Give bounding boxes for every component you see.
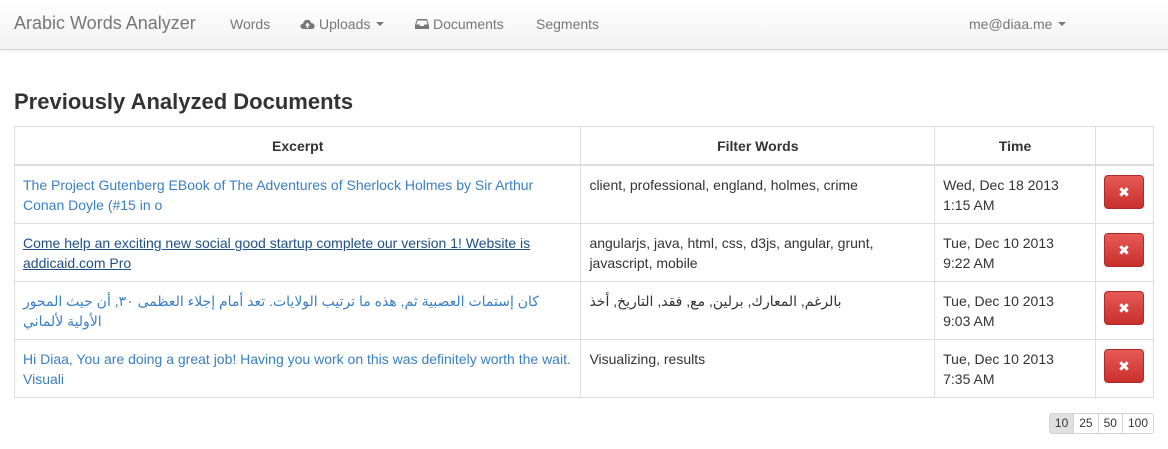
time-date: Wed, Dec 18 2013 bbox=[943, 177, 1059, 193]
excerpt-cell: كان إستمات العصبية ثم, هذه ما ترتيب الول… bbox=[13, 281, 582, 340]
excerpt-cell: The Project Gutenberg EBook of The Adven… bbox=[13, 164, 582, 224]
delete-button[interactable]: ✖ bbox=[1103, 349, 1144, 383]
filter-words-cell: client, professional, england, holmes, c… bbox=[580, 164, 936, 224]
time-cell: Wed, Dec 18 2013 1:15 AM bbox=[934, 164, 1096, 224]
page-size-100[interactable]: 100 bbox=[1122, 413, 1154, 434]
chevron-down-icon bbox=[376, 22, 385, 26]
time-date: Tue, Dec 10 2013 bbox=[943, 293, 1054, 309]
nav-documents[interactable]: Documents bbox=[415, 16, 504, 33]
table-row: كان إستمات العصبية ثم, هذه ما ترتيب الول… bbox=[13, 281, 1155, 340]
time-cell: Tue, Dec 10 2013 9:03 AM bbox=[934, 281, 1096, 340]
action-cell: ✖ bbox=[1094, 339, 1155, 398]
page-size-25[interactable]: 25 bbox=[1074, 413, 1099, 434]
close-icon: ✖ bbox=[1118, 358, 1130, 374]
header-time: Time bbox=[934, 126, 1096, 166]
nav-uploads-label: Uploads bbox=[319, 16, 371, 32]
header-filter-words: Filter Words bbox=[580, 126, 936, 166]
time-clock: 9:22 AM bbox=[943, 255, 995, 271]
cloud-upload-icon bbox=[300, 17, 315, 33]
header-excerpt: Excerpt bbox=[13, 126, 582, 166]
excerpt-link[interactable]: Come help an exciting new social good st… bbox=[23, 235, 530, 271]
filter-words-cell: Visualizing, results bbox=[580, 339, 936, 398]
delete-button[interactable]: ✖ bbox=[1103, 175, 1144, 209]
documents-table: Excerpt Filter Words Time The Project Gu… bbox=[13, 126, 1155, 398]
inbox-icon bbox=[415, 17, 429, 33]
filter-words-cell: angularjs, java, html, css, d3js, angula… bbox=[580, 223, 936, 282]
close-icon: ✖ bbox=[1118, 300, 1130, 316]
time-clock: 7:35 AM bbox=[943, 371, 995, 387]
page-title: Previously Analyzed Documents bbox=[14, 89, 354, 114]
delete-button[interactable]: ✖ bbox=[1103, 291, 1144, 325]
time-cell: Tue, Dec 10 2013 7:35 AM bbox=[934, 339, 1096, 398]
page-size-10[interactable]: 10 bbox=[1048, 413, 1075, 434]
filter-words-cell: بالرغم, المعارك, برلين, مع, فقد, التاريخ… bbox=[580, 281, 936, 340]
nav-documents-label: Documents bbox=[433, 16, 504, 32]
excerpt-link[interactable]: The Project Gutenberg EBook of The Adven… bbox=[23, 177, 533, 213]
page-size-50[interactable]: 50 bbox=[1098, 413, 1123, 434]
time-date: Tue, Dec 10 2013 bbox=[943, 351, 1054, 367]
table-row: Hi Diaa, You are doing a great job! Havi… bbox=[13, 339, 1155, 398]
nav-words[interactable]: Words bbox=[230, 16, 270, 32]
table-header-row: Excerpt Filter Words Time bbox=[13, 126, 1155, 166]
delete-button[interactable]: ✖ bbox=[1103, 233, 1144, 267]
time-date: Tue, Dec 10 2013 bbox=[943, 235, 1054, 251]
nav-words-label: Words bbox=[230, 16, 271, 32]
excerpt-cell: Come help an exciting new social good st… bbox=[13, 223, 582, 282]
action-cell: ✖ bbox=[1094, 223, 1155, 282]
brand-title[interactable]: Arabic Words Analyzer bbox=[14, 13, 196, 34]
user-menu-dropdown[interactable]: me@diaa.me bbox=[969, 16, 1067, 32]
excerpt-link[interactable]: كان إستمات العصبية ثم, هذه ما ترتيب الول… bbox=[23, 293, 539, 329]
navbar: Arabic Words Analyzer Words Uploads Docu… bbox=[0, 0, 1168, 50]
time-cell: Tue, Dec 10 2013 9:22 AM bbox=[934, 223, 1096, 282]
table-row: Come help an exciting new social good st… bbox=[13, 223, 1155, 282]
page-size-selector: 10 25 50 100 bbox=[1048, 413, 1154, 434]
time-clock: 9:03 AM bbox=[943, 313, 995, 329]
table-row: The Project Gutenberg EBook of The Adven… bbox=[13, 164, 1155, 224]
nav-uploads-dropdown[interactable]: Uploads bbox=[300, 16, 385, 33]
user-email: me@diaa.me bbox=[969, 16, 1053, 32]
excerpt-link[interactable]: Hi Diaa, You are doing a great job! Havi… bbox=[23, 351, 571, 387]
nav-segments-label: Segments bbox=[536, 16, 600, 32]
action-cell: ✖ bbox=[1094, 281, 1155, 340]
header-action bbox=[1094, 126, 1155, 166]
nav-segments[interactable]: Segments bbox=[536, 16, 599, 32]
chevron-down-icon bbox=[1058, 22, 1067, 26]
excerpt-cell: Hi Diaa, You are doing a great job! Havi… bbox=[13, 339, 582, 398]
close-icon: ✖ bbox=[1118, 184, 1130, 200]
action-cell: ✖ bbox=[1094, 164, 1155, 224]
close-icon: ✖ bbox=[1118, 242, 1130, 258]
time-clock: 1:15 AM bbox=[943, 197, 995, 213]
